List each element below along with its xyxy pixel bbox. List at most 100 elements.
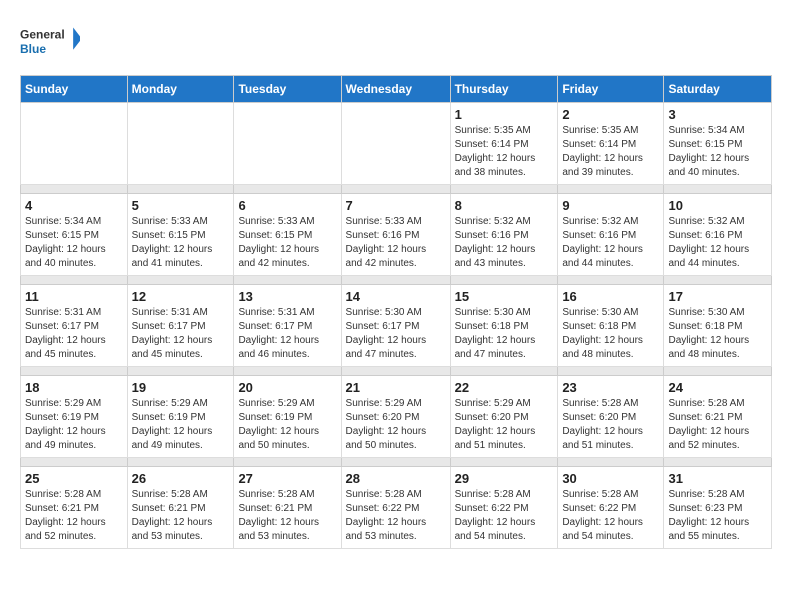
calendar-cell: 1 Sunrise: 5:35 AM Sunset: 6:14 PM Daylig… xyxy=(450,103,558,185)
week-separator xyxy=(21,185,772,194)
header-day-saturday: Saturday xyxy=(664,76,772,103)
cell-content: Sunrise: 5:32 AM Sunset: 6:16 PM Dayligh… xyxy=(668,215,767,271)
calendar-cell: 23 Sunrise: 5:28 AM Sunset: 6:20 PM Dayli… xyxy=(558,376,664,458)
calendar-cell: 26 Sunrise: 5:28 AM Sunset: 6:21 PM Dayli… xyxy=(127,467,234,549)
cell-content: Sunrise: 5:33 AM Sunset: 6:16 PM Dayligh… xyxy=(346,215,446,271)
cell-content: Sunrise: 5:28 AM Sunset: 6:22 PM Dayligh… xyxy=(455,488,554,544)
day-number: 30 xyxy=(562,471,659,486)
cell-content: Sunrise: 5:31 AM Sunset: 6:17 PM Dayligh… xyxy=(25,306,123,362)
calendar-cell: 16 Sunrise: 5:30 AM Sunset: 6:18 PM Dayli… xyxy=(558,285,664,367)
day-number: 26 xyxy=(132,471,230,486)
calendar-cell: 8Sunrise: 5:32 AM Sunset: 6:16 PM Daylig… xyxy=(450,194,558,276)
day-number: 15 xyxy=(455,289,554,304)
cell-content: Sunrise: 5:35 AM Sunset: 6:14 PM Dayligh… xyxy=(455,124,554,180)
cell-content: Sunrise: 5:28 AM Sunset: 6:22 PM Dayligh… xyxy=(562,488,659,544)
calendar-week-4: 18 Sunrise: 5:29 AM Sunset: 6:19 PM Dayli… xyxy=(21,376,772,458)
cell-content: Sunrise: 5:29 AM Sunset: 6:19 PM Dayligh… xyxy=(132,397,230,453)
cell-content: Sunrise: 5:29 AM Sunset: 6:20 PM Dayligh… xyxy=(455,397,554,453)
cell-content: Sunrise: 5:31 AM Sunset: 6:17 PM Dayligh… xyxy=(132,306,230,362)
logo-svg: General Blue xyxy=(20,20,80,65)
day-number: 6 xyxy=(238,198,336,213)
calendar-cell: 12 Sunrise: 5:31 AM Sunset: 6:17 PM Dayli… xyxy=(127,285,234,367)
day-number: 25 xyxy=(25,471,123,486)
cell-content: Sunrise: 5:28 AM Sunset: 6:20 PM Dayligh… xyxy=(562,397,659,453)
header-day-sunday: Sunday xyxy=(21,76,128,103)
calendar-week-1: 1 Sunrise: 5:35 AM Sunset: 6:14 PM Daylig… xyxy=(21,103,772,185)
day-number: 7 xyxy=(346,198,446,213)
day-number: 24 xyxy=(668,380,767,395)
day-number: 31 xyxy=(668,471,767,486)
day-number: 14 xyxy=(346,289,446,304)
cell-content: Sunrise: 5:28 AM Sunset: 6:21 PM Dayligh… xyxy=(668,397,767,453)
calendar-week-3: 11Sunrise: 5:31 AM Sunset: 6:17 PM Dayli… xyxy=(21,285,772,367)
cell-content: Sunrise: 5:30 AM Sunset: 6:17 PM Dayligh… xyxy=(346,306,446,362)
cell-content: Sunrise: 5:34 AM Sunset: 6:15 PM Dayligh… xyxy=(668,124,767,180)
header-day-thursday: Thursday xyxy=(450,76,558,103)
day-number: 4 xyxy=(25,198,123,213)
calendar-cell: 5 Sunrise: 5:33 AM Sunset: 6:15 PM Daylig… xyxy=(127,194,234,276)
calendar-cell: 7 Sunrise: 5:33 AM Sunset: 6:16 PM Daylig… xyxy=(341,194,450,276)
calendar-week-2: 4 Sunrise: 5:34 AM Sunset: 6:15 PM Daylig… xyxy=(21,194,772,276)
cell-content: Sunrise: 5:30 AM Sunset: 6:18 PM Dayligh… xyxy=(668,306,767,362)
cell-content: Sunrise: 5:31 AM Sunset: 6:17 PM Dayligh… xyxy=(238,306,336,362)
calendar-cell xyxy=(21,103,128,185)
cell-content: Sunrise: 5:33 AM Sunset: 6:15 PM Dayligh… xyxy=(238,215,336,271)
svg-text:General: General xyxy=(20,28,65,42)
day-number: 16 xyxy=(562,289,659,304)
calendar-cell: 30 Sunrise: 5:28 AM Sunset: 6:22 PM Dayli… xyxy=(558,467,664,549)
header-day-friday: Friday xyxy=(558,76,664,103)
calendar-cell: 3Sunrise: 5:34 AM Sunset: 6:15 PM Daylig… xyxy=(664,103,772,185)
day-number: 13 xyxy=(238,289,336,304)
calendar-header-row: SundayMondayTuesdayWednesdayThursdayFrid… xyxy=(21,76,772,103)
calendar-cell: 6 Sunrise: 5:33 AM Sunset: 6:15 PM Daylig… xyxy=(234,194,341,276)
week-separator xyxy=(21,367,772,376)
calendar-cell: 13 Sunrise: 5:31 AM Sunset: 6:17 PM Dayli… xyxy=(234,285,341,367)
day-number: 5 xyxy=(132,198,230,213)
day-number: 12 xyxy=(132,289,230,304)
week-separator xyxy=(21,276,772,285)
calendar-cell xyxy=(234,103,341,185)
header-day-tuesday: Tuesday xyxy=(234,76,341,103)
calendar-cell: 9Sunrise: 5:32 AM Sunset: 6:16 PM Daylig… xyxy=(558,194,664,276)
cell-content: Sunrise: 5:35 AM Sunset: 6:14 PM Dayligh… xyxy=(562,124,659,180)
day-number: 17 xyxy=(668,289,767,304)
day-number: 18 xyxy=(25,380,123,395)
header-day-monday: Monday xyxy=(127,76,234,103)
calendar-cell: 17 Sunrise: 5:30 AM Sunset: 6:18 PM Dayli… xyxy=(664,285,772,367)
day-number: 28 xyxy=(346,471,446,486)
header: General Blue xyxy=(20,20,772,65)
cell-content: Sunrise: 5:30 AM Sunset: 6:18 PM Dayligh… xyxy=(455,306,554,362)
day-number: 20 xyxy=(238,380,336,395)
calendar-week-5: 25 Sunrise: 5:28 AM Sunset: 6:21 PM Dayli… xyxy=(21,467,772,549)
day-number: 21 xyxy=(346,380,446,395)
calendar-cell: 2 Sunrise: 5:35 AM Sunset: 6:14 PM Daylig… xyxy=(558,103,664,185)
calendar-cell: 11Sunrise: 5:31 AM Sunset: 6:17 PM Dayli… xyxy=(21,285,128,367)
calendar-cell xyxy=(127,103,234,185)
calendar-body: 1 Sunrise: 5:35 AM Sunset: 6:14 PM Daylig… xyxy=(21,103,772,549)
calendar-cell: 15 Sunrise: 5:30 AM Sunset: 6:18 PM Dayli… xyxy=(450,285,558,367)
day-number: 9 xyxy=(562,198,659,213)
cell-content: Sunrise: 5:30 AM Sunset: 6:18 PM Dayligh… xyxy=(562,306,659,362)
calendar-table: SundayMondayTuesdayWednesdayThursdayFrid… xyxy=(20,75,772,549)
calendar-cell: 4 Sunrise: 5:34 AM Sunset: 6:15 PM Daylig… xyxy=(21,194,128,276)
day-number: 29 xyxy=(455,471,554,486)
svg-text:Blue: Blue xyxy=(20,42,46,56)
day-number: 10 xyxy=(668,198,767,213)
day-number: 27 xyxy=(238,471,336,486)
cell-content: Sunrise: 5:34 AM Sunset: 6:15 PM Dayligh… xyxy=(25,215,123,271)
calendar-cell: 31Sunrise: 5:28 AM Sunset: 6:23 PM Dayli… xyxy=(664,467,772,549)
calendar-cell: 28Sunrise: 5:28 AM Sunset: 6:22 PM Dayli… xyxy=(341,467,450,549)
cell-content: Sunrise: 5:29 AM Sunset: 6:19 PM Dayligh… xyxy=(238,397,336,453)
day-number: 2 xyxy=(562,107,659,122)
day-number: 22 xyxy=(455,380,554,395)
day-number: 23 xyxy=(562,380,659,395)
calendar-cell xyxy=(341,103,450,185)
cell-content: Sunrise: 5:28 AM Sunset: 6:21 PM Dayligh… xyxy=(25,488,123,544)
cell-content: Sunrise: 5:33 AM Sunset: 6:15 PM Dayligh… xyxy=(132,215,230,271)
day-number: 1 xyxy=(455,107,554,122)
calendar-cell: 20 Sunrise: 5:29 AM Sunset: 6:19 PM Dayli… xyxy=(234,376,341,458)
cell-content: Sunrise: 5:28 AM Sunset: 6:21 PM Dayligh… xyxy=(132,488,230,544)
cell-content: Sunrise: 5:29 AM Sunset: 6:19 PM Dayligh… xyxy=(25,397,123,453)
header-day-wednesday: Wednesday xyxy=(341,76,450,103)
calendar-cell: 10 Sunrise: 5:32 AM Sunset: 6:16 PM Dayli… xyxy=(664,194,772,276)
